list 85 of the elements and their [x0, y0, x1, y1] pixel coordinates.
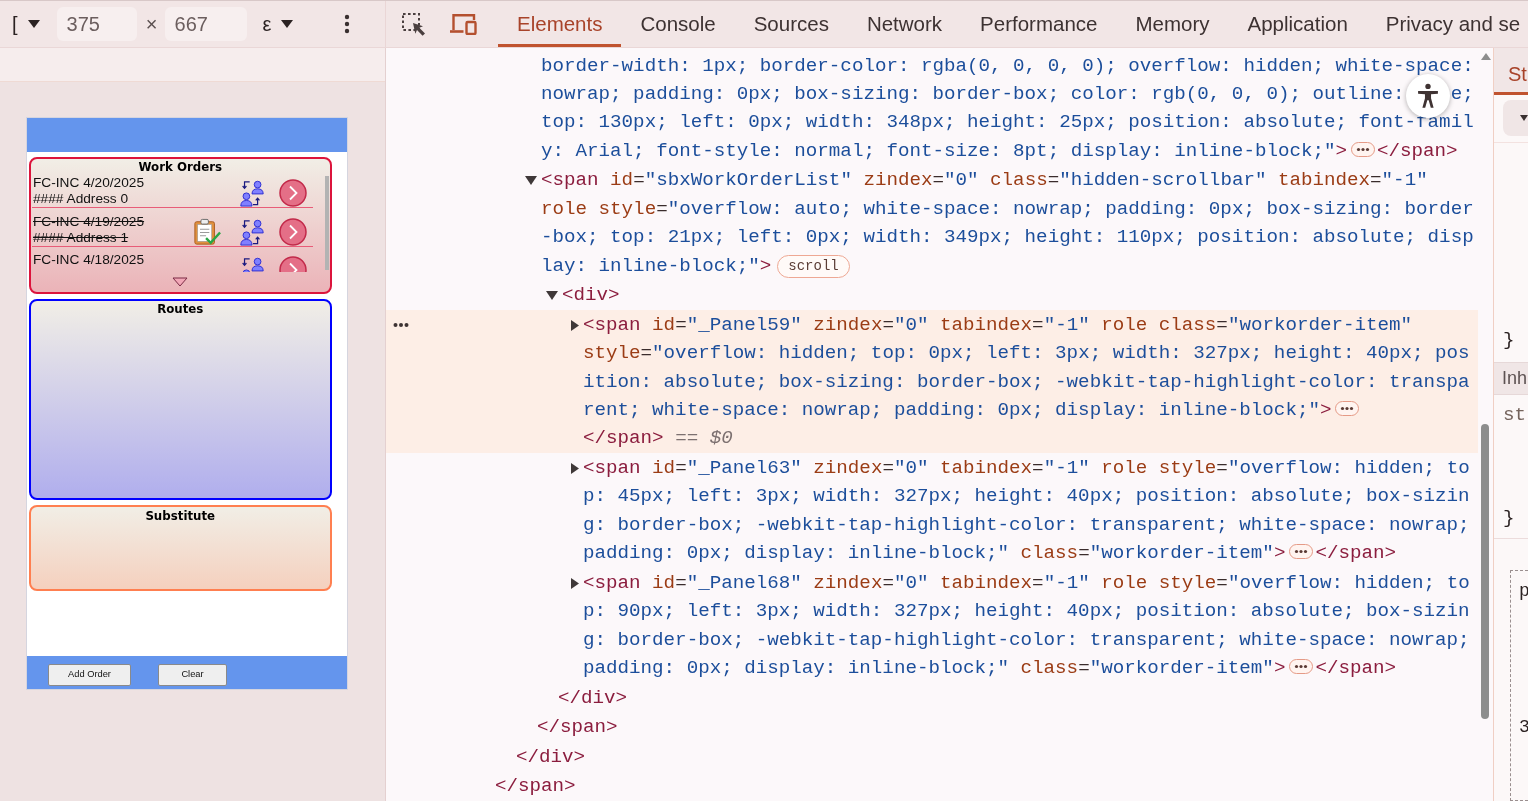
caret-down-icon: [281, 20, 294, 28]
code-line[interactable]: <span id="_Panel68" zindex="0" tabindex="-1" role style="overflow: hidden; to: [583, 571, 1470, 594]
caret-down-icon[interactable]: [546, 290, 558, 300]
zoom-dropdown[interactable]: ε: [262, 12, 294, 36]
panel-tab[interactable]: Application: [1228, 1, 1367, 47]
code-line[interactable]: g: border-box; -webkit-tap-highlight-color: transparent; white-space: nowrap;: [583, 513, 1470, 536]
width-field[interactable]: 375: [56, 7, 137, 41]
code-line[interactable]: padding: 0px; display: inline-block;" class="workorder-item">: [583, 542, 1286, 565]
scrollbar-thumb[interactable]: [325, 176, 329, 270]
scrollbar-thumb[interactable]: [1481, 424, 1489, 719]
panel-tab[interactable]: Memory: [1116, 1, 1229, 47]
css-selector-text: st: [1502, 403, 1528, 427]
closing-tag-text[interactable]: </span>: [495, 775, 576, 798]
funnel-icon: [1520, 114, 1528, 122]
closing-tag-text[interactable]: </span>: [1315, 542, 1396, 565]
code-line[interactable]: <span id="_Panel59" zindex="0" tabindex="-1" role class="workorder-item": [583, 313, 1413, 336]
work-order-address: #### Address 0: [33, 191, 129, 207]
people-swap-icon[interactable]: [238, 179, 266, 207]
more-vertical-icon[interactable]: [344, 14, 350, 34]
down-triangle-icon[interactable]: [172, 277, 189, 287]
code-line[interactable]: <span id="sbxWorkOrderList" zindex="0" class="hidden-scrollbar" tabindex="-1": [541, 169, 1428, 192]
more-icon[interactable]: [393, 321, 409, 328]
chevron-circle-icon[interactable]: [279, 179, 307, 207]
code-line[interactable]: -box; top: 21px; left: 0px; width: 349px; height: 110px; position: absolute; disp: [541, 226, 1474, 249]
panel-title: Work Orders: [138, 159, 223, 174]
closing-tag-text[interactable]: </span>: [537, 716, 618, 739]
console-reference-text: == $0: [675, 427, 733, 450]
height-field[interactable]: 667: [164, 7, 247, 41]
work-order-title: FC-INC 4/20/2025: [33, 175, 145, 191]
code-line[interactable]: padding: 0px; display: inline-block;" class="workorder-item">: [583, 657, 1286, 680]
code-line[interactable]: nowrap; padding: 0px; box-sizing: border-box; color: rgb(0, 0, 0); outline: e;: [541, 83, 1474, 105]
code-line[interactable]: <div>: [562, 284, 620, 307]
inspect-icon[interactable]: [401, 12, 427, 36]
ellipsis-icon[interactable]: [1351, 141, 1375, 157]
caret-down-icon[interactable]: [525, 176, 537, 186]
work-order-title: FC-INC 4/19/2025: [33, 213, 145, 230]
closing-tag-text[interactable]: </span>: [1315, 657, 1396, 680]
closing-tag-text[interactable]: </span>: [583, 427, 664, 450]
work-order-row[interactable]: FC-INC 4/19/2025 #### Address 1: [31, 212, 313, 248]
panel-tab[interactable]: Network: [847, 1, 962, 47]
times-sign: ×: [144, 12, 159, 36]
box-model-value: 3: [1519, 716, 1528, 739]
ellipsis-icon[interactable]: [1289, 544, 1314, 560]
code-line[interactable]: border-width: 1px; border-color: rgba(0, 0, 0, 0); overflow: hidden; white-space:: [541, 54, 1474, 77]
caret-down-icon: [27, 20, 40, 28]
panel-tab[interactable]: Elements: [498, 1, 622, 47]
code-line[interactable]: rent; white-space: nowrap; padding: 0px; display: inline-block;">: [583, 399, 1332, 422]
inherited-section-header: Inh: [1494, 362, 1528, 395]
work-order-address: #### Address 1: [33, 229, 129, 246]
code-line[interactable]: y: Arial; font-style: normal; font-size: 8pt; display: inline-block;">: [541, 139, 1347, 162]
scroll-badge[interactable]: scroll: [777, 254, 850, 278]
code-line[interactable]: p: 90px; left: 3px; width: 327px; height: 40px; position: absolute; box-sizin: [583, 600, 1470, 623]
panel-tab[interactable]: Performance: [961, 1, 1117, 47]
code-line[interactable]: <span id="_Panel63" zindex="0" tabindex="-1" role style="overflow: hidden; to: [583, 457, 1470, 480]
work-order-row[interactable]: FC-INC 4/20/2025 #### Address 0: [31, 174, 313, 209]
panel-title: Routes: [157, 301, 204, 316]
panel-tab[interactable]: Privacy and se: [1366, 1, 1528, 47]
code-line[interactable]: p: 45px; left: 3px; width: 327px; height: 40px; position: absolute; box-sizin: [583, 485, 1470, 508]
filter-field[interactable]: [1503, 100, 1528, 136]
box-model-label: p: [1519, 580, 1528, 603]
code-line[interactable]: ition: absolute; box-sizing: border-box; -webkit-tap-highlight-color: transpa: [583, 370, 1470, 393]
footer-button[interactable]: Add Order: [48, 664, 131, 686]
code-line[interactable]: g: border-box; -webkit-tap-highlight-color: transparent; white-space: nowrap;: [583, 628, 1470, 651]
panel-tab[interactable]: Sources: [734, 1, 848, 47]
panel-tab[interactable]: Console: [621, 1, 735, 47]
closing-tag-text[interactable]: </span>: [1377, 139, 1458, 162]
code-line[interactable]: style="overflow: hidden; top: 0px; left: 3px; width: 327px; height: 40px; pos: [583, 342, 1470, 365]
footer-button[interactable]: Clear: [158, 664, 227, 686]
styles-tab[interactable]: St: [1494, 48, 1528, 95]
chevron-circle-icon[interactable]: [279, 217, 307, 246]
closing-tag-text[interactable]: </div>: [516, 745, 586, 768]
work-order-title: FC-INC 4/18/2025: [33, 252, 145, 269]
ellipsis-icon[interactable]: [1289, 659, 1314, 675]
dimensions-dropdown[interactable]: [: [12, 12, 40, 36]
up-triangle-icon[interactable]: [1481, 53, 1491, 60]
css-brace-text: }: [1502, 328, 1516, 352]
people-swap-icon[interactable]: [238, 217, 266, 246]
panel-title: Substitute: [145, 507, 216, 523]
code-line[interactable]: lay: inline-block;">: [541, 254, 772, 277]
closing-tag-text[interactable]: </div>: [558, 686, 628, 709]
code-line[interactable]: role style="overflow: auto; white-space: nowrap; padding: 0px; box-sizing: border: [541, 197, 1474, 220]
code-line[interactable]: top: 130px; left: 0px; width: 348px; height: 25px; position: absolute; font-famil: [541, 111, 1474, 134]
css-brace-text: }: [1502, 506, 1516, 530]
ellipsis-icon[interactable]: [1335, 401, 1360, 417]
devices-icon[interactable]: [449, 13, 477, 35]
